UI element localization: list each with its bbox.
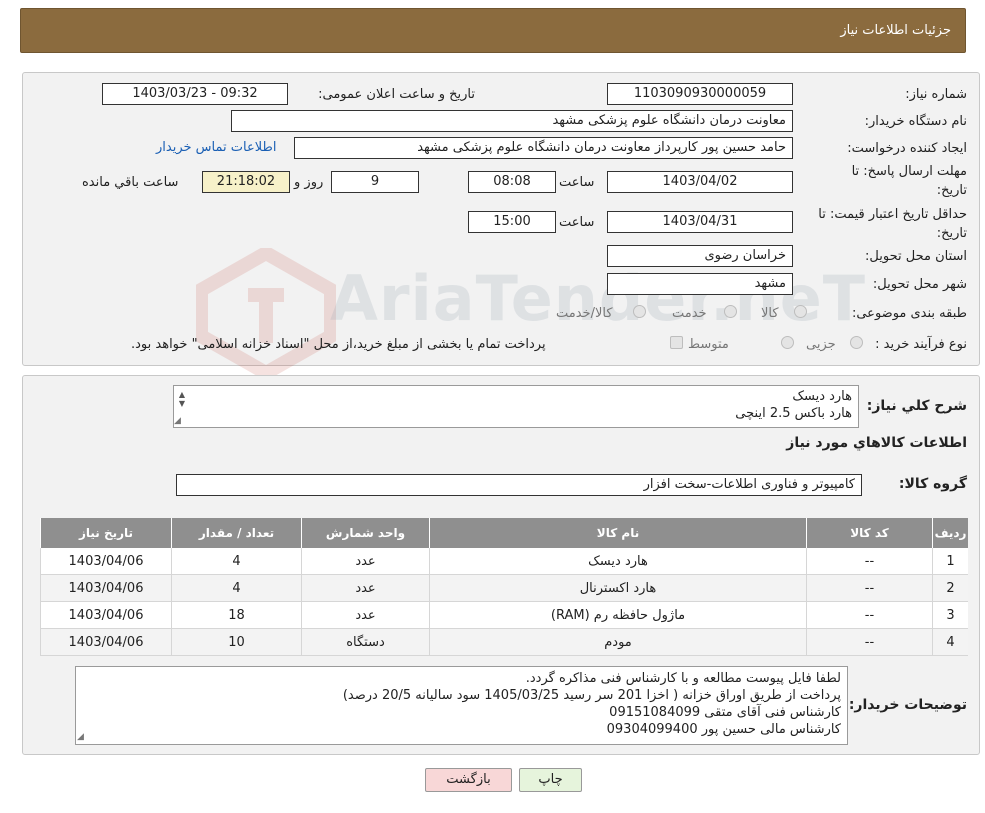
table-row[interactable]: 2 -- هارد اکسترنال عدد 4 1403/04/06 bbox=[40, 575, 968, 602]
summary-scroll-icon[interactable]: ▲ ▼ bbox=[176, 390, 188, 408]
province-field: خراسان رضوی bbox=[607, 245, 793, 267]
time-remaining-label: ساعت باقي مانده bbox=[82, 175, 179, 190]
notes-line-4: کارشناس مالی حسین پور 09304099400 bbox=[606, 722, 841, 737]
creator-label: ایجاد کننده درخواست: bbox=[847, 141, 967, 156]
cell-date: 1403/04/06 bbox=[40, 629, 171, 656]
validity-label-line2: تاریخ: bbox=[936, 226, 967, 241]
category-radio-service[interactable] bbox=[724, 305, 737, 318]
col-header-code: کد کالا bbox=[806, 518, 932, 548]
category-option-service: خدمت bbox=[672, 306, 707, 321]
cell-unit: دستگاه bbox=[301, 629, 429, 656]
process-option-medium: متوسط bbox=[688, 337, 729, 352]
validity-time-field: 15:00 bbox=[468, 211, 556, 233]
table-row[interactable]: 1 -- هارد دیسک عدد 4 1403/04/06 bbox=[40, 548, 968, 575]
time-remaining-field: 21:18:02 bbox=[202, 171, 290, 193]
category-radio-goods[interactable] bbox=[794, 305, 807, 318]
table-row[interactable]: 3 -- ماژول حافظه رم (RAM) عدد 18 1403/04… bbox=[40, 602, 968, 629]
process-radio-minor[interactable] bbox=[850, 336, 863, 349]
city-label: شهر محل تحویل: bbox=[872, 277, 967, 292]
page-title: جزئیات اطلاعات نیاز bbox=[840, 23, 951, 38]
cell-name: هارد اکسترنال bbox=[429, 575, 806, 602]
process-radio-medium[interactable] bbox=[781, 336, 794, 349]
col-header-quantity: تعداد / مقدار bbox=[171, 518, 301, 548]
col-header-unit: واحد شمارش bbox=[301, 518, 429, 548]
goods-section-title: اطلاعات کالاهاي مورد نياز bbox=[786, 435, 967, 451]
cell-code: -- bbox=[806, 629, 932, 656]
announce-datetime-label: تاریخ و ساعت اعلان عمومی: bbox=[318, 87, 475, 102]
cell-code: -- bbox=[806, 575, 932, 602]
process-type-label: نوع فرآیند خرید : bbox=[875, 337, 967, 352]
buyer-notes-label: توضیحات خریدار: bbox=[848, 697, 967, 713]
process-option-minor: جزیی bbox=[806, 337, 836, 352]
notes-line-2: پرداخت از طریق اوراق خزانه ( اخزا 201 سر… bbox=[342, 688, 841, 703]
deadline-date-field: 1403/04/02 bbox=[607, 171, 793, 193]
col-header-name: نام کالا bbox=[429, 518, 806, 548]
col-header-date: تاریخ نیاز bbox=[40, 518, 171, 548]
goods-table-wrapper: ردیف کد کالا نام کالا واحد شمارش تعداد /… bbox=[40, 518, 968, 656]
cell-quantity: 4 bbox=[171, 575, 301, 602]
col-header-row-number: ردیف bbox=[932, 518, 968, 548]
cell-name: ماژول حافظه رم (RAM) bbox=[429, 602, 806, 629]
validity-date-field: 1403/04/31 bbox=[607, 211, 793, 233]
cell-row-number: 1 bbox=[932, 548, 968, 575]
deadline-label-line1: مهلت ارسال پاسخ: تا bbox=[851, 164, 967, 179]
cell-quantity: 18 bbox=[171, 602, 301, 629]
notes-line-1: لطفا فایل پیوست مطالعه و با کارشناس فنی … bbox=[525, 671, 841, 686]
validity-time-label: ساعت bbox=[559, 215, 595, 230]
back-button[interactable]: بازگشت bbox=[425, 768, 512, 792]
cell-code: -- bbox=[806, 602, 932, 629]
buyer-notes-textarea[interactable]: لطفا فایل پیوست مطالعه و با کارشناس فنی … bbox=[75, 666, 848, 745]
cell-name: مودم bbox=[429, 629, 806, 656]
cell-quantity: 10 bbox=[171, 629, 301, 656]
cell-row-number: 2 bbox=[932, 575, 968, 602]
summary-line-1: هارد دیسک bbox=[792, 389, 852, 404]
buyer-contact-link[interactable]: اطلاعات تماس خریدار bbox=[156, 140, 276, 155]
summary-label: شرح کلي نياز: bbox=[866, 398, 967, 414]
validity-label-line1: حداقل تاریخ اعتبار قیمت: تا bbox=[818, 207, 967, 222]
deadline-time-field: 08:08 bbox=[468, 171, 556, 193]
days-remaining-field: 9 bbox=[331, 171, 419, 193]
cell-unit: عدد bbox=[301, 602, 429, 629]
days-label: روز و bbox=[294, 175, 324, 190]
cell-row-number: 3 bbox=[932, 602, 968, 629]
city-field: مشهد bbox=[607, 273, 793, 295]
cell-name: هارد دیسک bbox=[429, 548, 806, 575]
cell-code: -- bbox=[806, 548, 932, 575]
province-label: استان محل تحویل: bbox=[865, 249, 967, 264]
deadline-label-line2: تاریخ: bbox=[936, 183, 967, 198]
creator-field: حامد حسین پور کارپرداز معاونت درمان دانش… bbox=[294, 137, 793, 159]
summary-line-2: هارد باکس 2.5 اینچی bbox=[735, 406, 852, 421]
notes-resize-icon[interactable]: ◢ bbox=[77, 732, 84, 742]
deadline-time-label: ساعت bbox=[559, 175, 595, 190]
need-number-label: شماره نیاز: bbox=[905, 87, 967, 102]
print-button[interactable]: چاپ bbox=[519, 768, 582, 792]
cell-date: 1403/04/06 bbox=[40, 602, 171, 629]
cell-date: 1403/04/06 bbox=[40, 575, 171, 602]
category-label: طبقه بندی موضوعی: bbox=[851, 306, 967, 321]
page-header: جزئیات اطلاعات نیاز bbox=[20, 8, 966, 53]
category-option-goods: کالا bbox=[761, 306, 779, 321]
goods-group-field: کامپیوتر و فناوری اطلاعات-سخت افزار bbox=[176, 474, 862, 496]
table-header-row: ردیف کد کالا نام کالا واحد شمارش تعداد /… bbox=[40, 518, 968, 548]
goods-table: ردیف کد کالا نام کالا واحد شمارش تعداد /… bbox=[40, 518, 968, 656]
process-treasury-note: پرداخت تمام یا بخشی از مبلغ خرید،از محل … bbox=[131, 337, 546, 352]
goods-group-label: گروه کالا: bbox=[898, 476, 967, 492]
cell-quantity: 4 bbox=[171, 548, 301, 575]
cell-unit: عدد bbox=[301, 548, 429, 575]
cell-date: 1403/04/06 bbox=[40, 548, 171, 575]
cell-row-number: 4 bbox=[932, 629, 968, 656]
category-radio-goods-service[interactable] bbox=[633, 305, 646, 318]
category-option-goods-service: کالا/خدمت bbox=[556, 306, 613, 321]
notes-line-3: کارشناس فنی آقای متقی 09151084099 bbox=[609, 705, 841, 720]
buyer-org-label: نام دستگاه خریدار: bbox=[864, 114, 967, 129]
buyer-org-field: معاونت درمان دانشگاه علوم پزشکی مشهد bbox=[231, 110, 793, 132]
aria-tender-logo-icon bbox=[196, 248, 336, 378]
announce-datetime-field: 1403/03/23 - 09:32 bbox=[102, 83, 288, 105]
table-row[interactable]: 4 -- مودم دستگاه 10 1403/04/06 bbox=[40, 629, 968, 656]
cell-unit: عدد bbox=[301, 575, 429, 602]
summary-textarea[interactable]: هارد دیسک هارد باکس 2.5 اینچی bbox=[173, 385, 859, 428]
process-treasury-checkbox[interactable] bbox=[670, 336, 683, 349]
summary-resize-icon[interactable]: ◢ bbox=[174, 416, 181, 426]
need-number-field: 1103090930000059 bbox=[607, 83, 793, 105]
